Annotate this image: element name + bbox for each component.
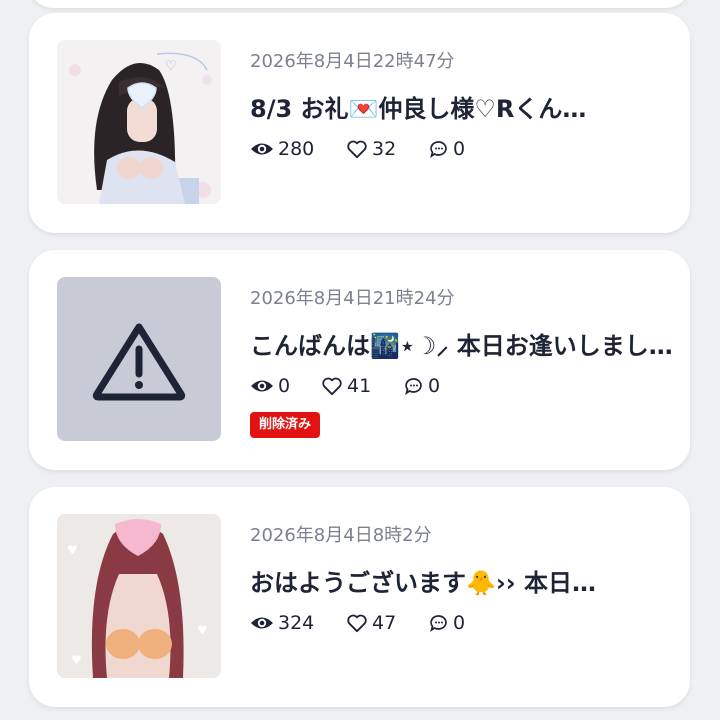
view-count-value: 280 — [278, 138, 315, 160]
like-count-value: 41 — [347, 375, 372, 397]
post-card-partial[interactable] — [29, 0, 690, 8]
heart-icon — [347, 140, 367, 159]
comment-count-value: 0 — [428, 375, 441, 397]
comment-count-value: 0 — [453, 612, 466, 634]
like-count[interactable]: 32 — [346, 138, 429, 160]
post-title[interactable]: おはようございます🐥›› 本日… — [250, 563, 680, 598]
photo-thumbnail-1: ♡ — [57, 40, 221, 204]
photo-thumbnail-3: ♥ ♥ ♥ — [57, 514, 221, 678]
post-date: 2026年8月4日22時47分 — [250, 51, 455, 72]
heart-icon — [322, 377, 342, 396]
svg-text:♥: ♥ — [71, 653, 82, 667]
post-title[interactable]: 8/3 お礼💌仲良し様♡Rくん… — [250, 89, 680, 124]
like-count-value: 32 — [372, 138, 397, 160]
comment-count-value: 0 — [453, 138, 466, 160]
view-count: 0 — [250, 375, 321, 397]
post-card[interactable]: 2026年8月4日21時24分 こんばんは🌃⋆☽⸝ 本日お逢いしまし… 0 41 — [29, 250, 690, 470]
eye-icon — [251, 143, 273, 155]
view-count-value: 324 — [278, 612, 315, 634]
post-stats: 324 47 0 — [250, 611, 465, 635]
svg-text:♥: ♥ — [67, 543, 78, 557]
eye-icon — [251, 380, 273, 392]
comment-count[interactable]: 0 — [404, 375, 440, 397]
eye-icon — [251, 617, 273, 629]
comment-icon — [405, 378, 422, 395]
svg-text:♥: ♥ — [197, 623, 208, 637]
post-thumbnail[interactable]: ♡ — [57, 40, 221, 204]
comment-count[interactable]: 0 — [429, 138, 465, 160]
deleted-badge: 削除済み — [250, 412, 321, 438]
warning-icon — [57, 277, 221, 441]
view-count: 280 — [250, 138, 346, 160]
post-thumbnail[interactable]: ♥ ♥ ♥ — [57, 514, 221, 678]
comment-icon — [430, 615, 447, 632]
like-count[interactable]: 41 — [321, 375, 404, 397]
view-count: 324 — [250, 612, 346, 634]
like-count-value: 47 — [372, 612, 397, 634]
post-stats: 0 41 0 — [250, 374, 440, 398]
post-card[interactable]: ♥ ♥ ♥ 2026年8月4日8時2分 おはようございます🐥›› 本日… 324… — [29, 487, 690, 707]
comment-icon — [430, 141, 447, 158]
like-count[interactable]: 47 — [346, 612, 429, 634]
post-stats: 280 32 0 — [250, 137, 465, 161]
comment-count[interactable]: 0 — [429, 612, 465, 634]
post-date: 2026年8月4日21時24分 — [250, 288, 455, 309]
post-thumbnail-placeholder[interactable] — [57, 277, 221, 441]
post-title[interactable]: こんばんは🌃⋆☽⸝ 本日お逢いしまし… — [250, 326, 680, 362]
view-count-value: 0 — [278, 375, 291, 397]
svg-text:♡: ♡ — [165, 59, 177, 74]
heart-icon — [347, 614, 367, 633]
post-card[interactable]: ♡ 2026年8月4日22時47分 8/3 お礼💌仲良し様♡Rくん… 280 3… — [29, 13, 690, 233]
post-date: 2026年8月4日8時2分 — [250, 525, 432, 546]
post-list: ♡ 2026年8月4日22時47分 8/3 お礼💌仲良し様♡Rくん… 280 3… — [0, 0, 720, 720]
